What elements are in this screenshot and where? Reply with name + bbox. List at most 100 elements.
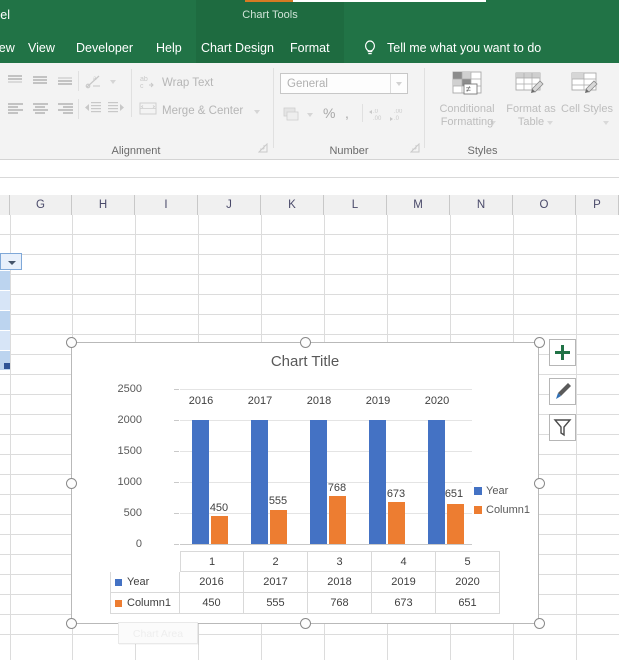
align-left-icon[interactable] (5, 101, 25, 119)
svg-text:.00: .00 (373, 116, 382, 122)
column-header-j[interactable]: J (198, 195, 261, 215)
ribbon-group-styles: ≠ Conditional Formatting Format as T (426, 63, 619, 159)
column-header-k[interactable]: K (261, 195, 324, 215)
data-label-column1-5: 651 (433, 488, 475, 500)
resize-handle-bottom-right[interactable] (534, 618, 545, 629)
chevron-down-icon[interactable] (490, 121, 496, 125)
column-header-g[interactable]: G (10, 195, 72, 215)
selected-cell[interactable] (0, 291, 10, 310)
chart-object[interactable]: Chart Title 2500 2000 1500 1000 500 0 20… (71, 342, 539, 624)
column-header-i[interactable]: I (135, 195, 198, 215)
accounting-format-icon[interactable] (282, 106, 300, 122)
chevron-down-icon[interactable] (547, 121, 553, 125)
chart-data-table[interactable]: 1 2 3 4 5 Year 2016 2017 2018 2019 2020 … (110, 551, 502, 613)
column-header-h[interactable]: H (72, 195, 135, 215)
column-header-o[interactable]: O (513, 195, 576, 215)
column-header-n[interactable]: N (450, 195, 513, 215)
align-top-icon[interactable] (5, 73, 25, 91)
tab-help[interactable]: Help (156, 36, 182, 60)
resize-handle-bottom-left[interactable] (66, 618, 77, 629)
resize-handle-middle-left[interactable] (66, 478, 77, 489)
data-table-row-label-year: Year (110, 572, 180, 593)
bar-year-5[interactable] (428, 420, 445, 544)
bar-year-2[interactable] (251, 420, 268, 544)
chart-title[interactable]: Chart Title (72, 353, 538, 370)
bar-column1-1[interactable] (211, 516, 228, 544)
decrease-decimal-icon[interactable]: .00 .0 (390, 106, 408, 122)
chevron-down-icon[interactable] (110, 80, 116, 84)
bar-column1-5[interactable] (447, 504, 464, 544)
bar-year-4[interactable] (369, 420, 386, 544)
wrap-text-icon: ab c (139, 73, 157, 91)
increase-indent-icon[interactable] (107, 100, 125, 116)
format-as-table-icon (506, 71, 556, 101)
fill-handle[interactable] (4, 363, 10, 369)
svg-text:.0: .0 (373, 109, 379, 115)
decrease-indent-icon[interactable] (84, 100, 102, 116)
chevron-down-icon[interactable] (307, 113, 313, 117)
ribbon-body: a (0, 63, 619, 160)
text-orientation-icon[interactable]: a (84, 72, 104, 92)
filter-dropdown-icon[interactable] (0, 253, 22, 270)
tab-view[interactable]: View (28, 36, 55, 60)
chevron-down-icon[interactable] (254, 110, 260, 114)
merge-center-label[interactable]: Merge & Center (162, 103, 243, 119)
wrap-text-label[interactable]: Wrap Text (162, 75, 213, 91)
increase-decimal-icon[interactable]: .0 .00 (369, 106, 387, 122)
axis-line (180, 544, 472, 545)
align-center-icon[interactable] (30, 101, 50, 119)
legend-swatch-column1 (474, 506, 482, 514)
column-header-p[interactable]: P (576, 195, 619, 215)
chart-filters-button[interactable] (549, 414, 576, 441)
resize-handle-middle-right[interactable] (534, 478, 545, 489)
chevron-down-icon[interactable] (603, 121, 609, 125)
data-table-header-2: 2 (244, 551, 308, 572)
tell-me-search[interactable]: Tell me what you want to do (387, 36, 541, 60)
cell-styles-button[interactable]: Cell Styles (562, 71, 612, 104)
data-table-row-label-column1: Column1 (110, 593, 180, 614)
bar-column1-3[interactable] (329, 496, 346, 544)
column-header-corner (0, 195, 10, 215)
column-header-m[interactable]: M (387, 195, 450, 215)
tab-review[interactable]: iew (0, 36, 15, 60)
data-label-year-3: 2018 (298, 395, 340, 407)
data-label-year-1: 2016 (180, 395, 222, 407)
align-bottom-icon[interactable] (55, 73, 75, 91)
tab-format[interactable]: Format (290, 36, 330, 60)
chart-styles-button[interactable] (549, 378, 576, 405)
data-label-column1-3: 768 (316, 482, 358, 494)
format-as-table-button[interactable]: Format as Table (506, 71, 556, 104)
number-format-select[interactable]: General (280, 73, 408, 94)
y-tick-label: 2500 (102, 384, 142, 395)
align-middle-icon[interactable] (30, 73, 50, 91)
resize-handle-top-center[interactable] (300, 337, 311, 348)
selected-cell[interactable] (0, 271, 10, 290)
number-format-dropdown[interactable] (390, 74, 407, 93)
conditional-formatting-icon: ≠ (442, 71, 492, 101)
bar-year-1[interactable] (192, 420, 209, 544)
data-table-corner (110, 551, 180, 572)
column-header-l[interactable]: L (324, 195, 387, 215)
data-label-column1-2: 555 (257, 495, 299, 507)
selected-cell[interactable] (0, 331, 10, 350)
bar-column1-2[interactable] (270, 510, 287, 544)
tab-developer[interactable]: Developer (76, 36, 133, 60)
svg-text:.0: .0 (394, 116, 400, 122)
selected-cell[interactable] (0, 311, 10, 330)
align-right-icon[interactable] (55, 101, 75, 119)
bar-column1-4[interactable] (388, 502, 405, 544)
divider (0, 177, 619, 178)
chart-elements-button[interactable] (549, 339, 576, 366)
conditional-formatting-button[interactable]: ≠ Conditional Formatting (442, 71, 492, 104)
tab-chart-design[interactable]: Chart Design (201, 36, 274, 60)
percent-style-button[interactable]: % (323, 105, 335, 121)
dialog-launcher-icon[interactable] (258, 142, 268, 152)
data-table-header-4: 4 (372, 551, 436, 572)
comma-style-button[interactable]: , (345, 105, 349, 121)
resize-handle-bottom-center[interactable] (300, 618, 311, 629)
resize-handle-top-left[interactable] (66, 337, 77, 348)
resize-handle-top-right[interactable] (534, 337, 545, 348)
app-title: cel (0, 5, 10, 25)
ribbon-top-bar: Chart Tools cel iew View Developer Help … (0, 0, 619, 63)
data-label-year-4: 2019 (357, 395, 399, 407)
